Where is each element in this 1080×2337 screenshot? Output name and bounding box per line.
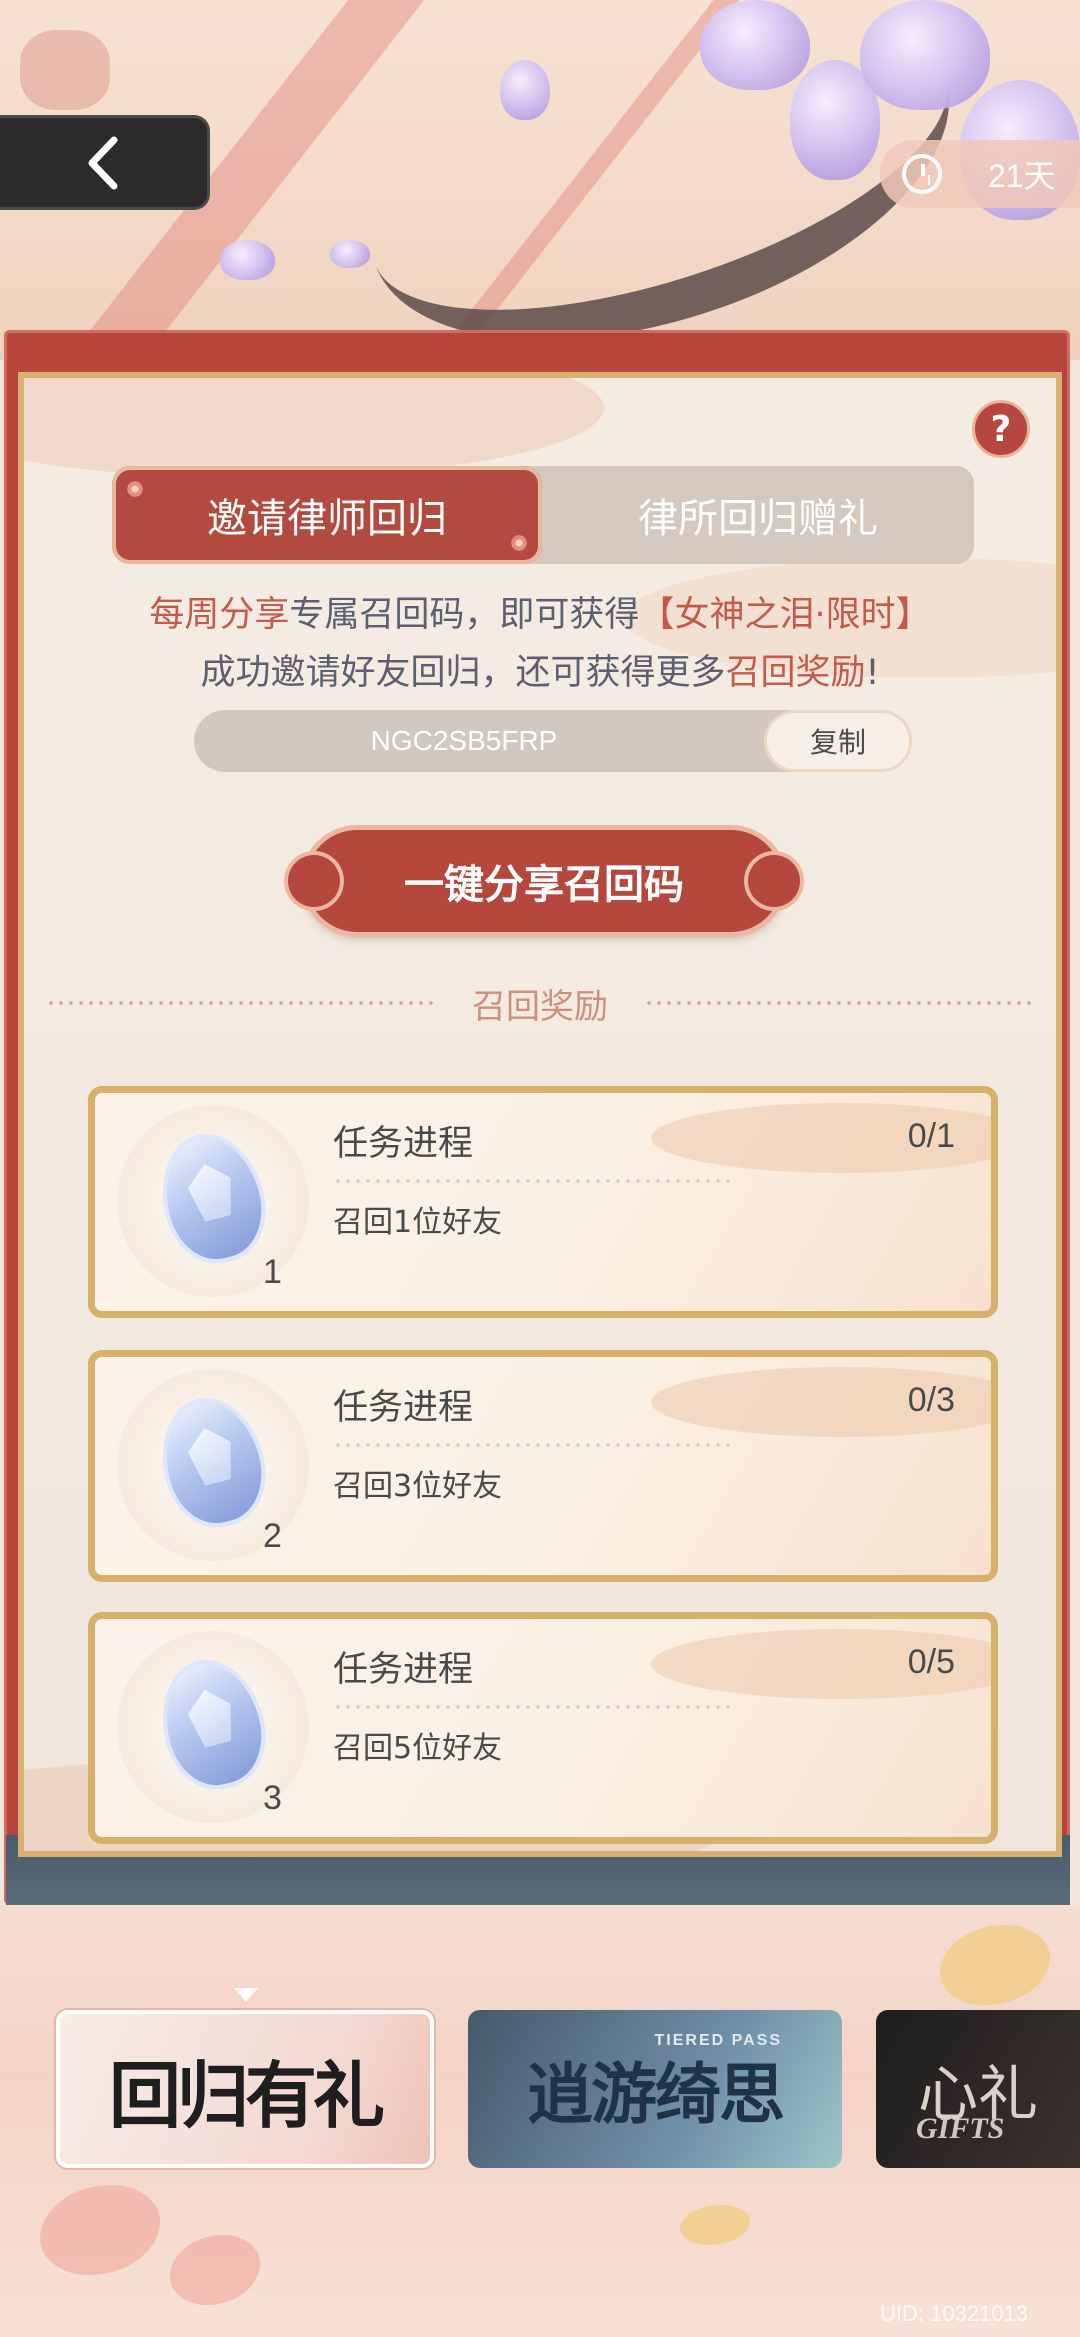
task-progress: 0/1 bbox=[907, 1117, 955, 1155]
task-card: 3 任务进程 0/5 召回5位好友 bbox=[88, 1612, 998, 1844]
intro-text: ! bbox=[865, 653, 880, 693]
selected-indicator bbox=[234, 1988, 258, 2002]
task-card: 2 任务进程 0/3 召回3位好友 bbox=[88, 1350, 998, 1582]
banner-tiered-pass[interactable]: TIERED PASS 逍游绮思 bbox=[468, 2010, 842, 2168]
petal bbox=[170, 2235, 260, 2305]
task-description: 召回5位好友 bbox=[333, 1731, 503, 1766]
recall-panel: ? 邀请律师回归 律所回归赠礼 每周分享专属召回码，即可获得【女神之泪·限时】 … bbox=[18, 372, 1062, 1857]
intro-highlight: 召回奖励 bbox=[725, 653, 866, 693]
goddess-tear-gem-icon bbox=[148, 1648, 278, 1800]
copy-button[interactable]: 复制 bbox=[764, 710, 912, 772]
banner-subtitle: GIFTS bbox=[916, 2112, 1005, 2145]
recall-code-field: NGC2SB5FRP 复制 bbox=[194, 710, 912, 772]
task-title: 任务进程 bbox=[333, 1388, 474, 1428]
dotted-divider bbox=[333, 1705, 733, 1709]
task-card: 1 任务进程 0/1 召回1位好友 bbox=[88, 1086, 998, 1318]
decor-wave bbox=[24, 378, 604, 478]
countdown-badge: 21天 bbox=[880, 140, 1080, 208]
reward-count: 3 bbox=[263, 1779, 282, 1817]
dotted-divider bbox=[333, 1179, 733, 1183]
flower-icon bbox=[510, 534, 528, 552]
goddess-tear-gem-icon bbox=[148, 1386, 278, 1538]
task-description: 召回1位好友 bbox=[333, 1205, 503, 1240]
share-button-label: 一键分享召回码 bbox=[404, 862, 684, 908]
dotted-divider bbox=[46, 1001, 436, 1005]
task-description: 召回3位好友 bbox=[333, 1469, 503, 1504]
tab-invite-lawyer[interactable]: 邀请律师回归 bbox=[112, 466, 542, 564]
petal bbox=[940, 1925, 1050, 2005]
task-title: 任务进程 bbox=[333, 1650, 474, 1690]
banner-gifts[interactable]: 心礼 GIFTS bbox=[876, 2010, 1080, 2168]
rewards-section-header: 召回奖励 bbox=[24, 978, 1056, 1028]
petal bbox=[500, 60, 550, 120]
intro-line-2: 成功邀请好友回归，还可获得更多召回奖励! bbox=[24, 644, 1056, 695]
banner-subtitle: TIERED PASS bbox=[654, 2032, 782, 2049]
flower-icon bbox=[126, 480, 144, 498]
banner-return-gift[interactable]: 回归有礼 bbox=[56, 2010, 434, 2168]
intro-text: 成功邀请好友回归，还可获得更多 bbox=[200, 653, 726, 693]
dotted-divider bbox=[333, 1443, 733, 1447]
help-button[interactable]: ? bbox=[972, 400, 1030, 458]
flower-icon bbox=[748, 855, 800, 907]
banner-title: 逍游绮思 bbox=[527, 2055, 785, 2133]
chevron-left-icon bbox=[88, 136, 117, 189]
reward-count: 2 bbox=[263, 1517, 282, 1555]
task-progress: 0/3 bbox=[907, 1381, 955, 1419]
tab-bar: 邀请律师回归 律所回归赠礼 bbox=[112, 466, 974, 564]
goddess-tear-gem-icon bbox=[148, 1122, 278, 1274]
petal bbox=[330, 240, 370, 268]
tab-label: 律所回归赠礼 bbox=[638, 496, 878, 542]
task-title: 任务进程 bbox=[333, 1124, 474, 1164]
intro-text: 专属召回码，即可获得 bbox=[289, 595, 640, 635]
share-recall-code-button[interactable]: 一键分享召回码 bbox=[288, 830, 800, 932]
back-button[interactable] bbox=[0, 115, 210, 210]
wisteria-flower bbox=[700, 0, 810, 90]
task-progress: 0/5 bbox=[907, 1643, 955, 1681]
recall-code-value: NGC2SB5FRP bbox=[370, 725, 558, 756]
reward-count: 1 bbox=[263, 1253, 282, 1291]
petal bbox=[680, 2205, 750, 2245]
dotted-divider bbox=[644, 1001, 1034, 1005]
user-id: UID: 10321013 bbox=[880, 2301, 1028, 2326]
flower-icon bbox=[288, 855, 340, 907]
banner-title: 回归有礼 bbox=[108, 2052, 385, 2138]
petal bbox=[220, 240, 275, 280]
countdown-text: 21天 bbox=[988, 158, 1056, 194]
tab-firm-return-gift[interactable]: 律所回归赠礼 bbox=[542, 466, 974, 564]
lantern-decor bbox=[20, 30, 110, 110]
intro-highlight: 【女神之泪·限时】 bbox=[639, 595, 931, 635]
wisteria-flower bbox=[860, 0, 990, 110]
intro-line-1: 每周分享专属召回码，即可获得【女神之泪·限时】 bbox=[24, 586, 1056, 637]
clock-icon bbox=[902, 154, 942, 194]
rewards-section-title: 召回奖励 bbox=[472, 986, 608, 1027]
petal bbox=[40, 2185, 160, 2275]
intro-highlight: 每周分享 bbox=[149, 595, 290, 635]
question-icon: ? bbox=[990, 408, 1012, 450]
tab-label: 邀请律师回归 bbox=[207, 496, 447, 542]
